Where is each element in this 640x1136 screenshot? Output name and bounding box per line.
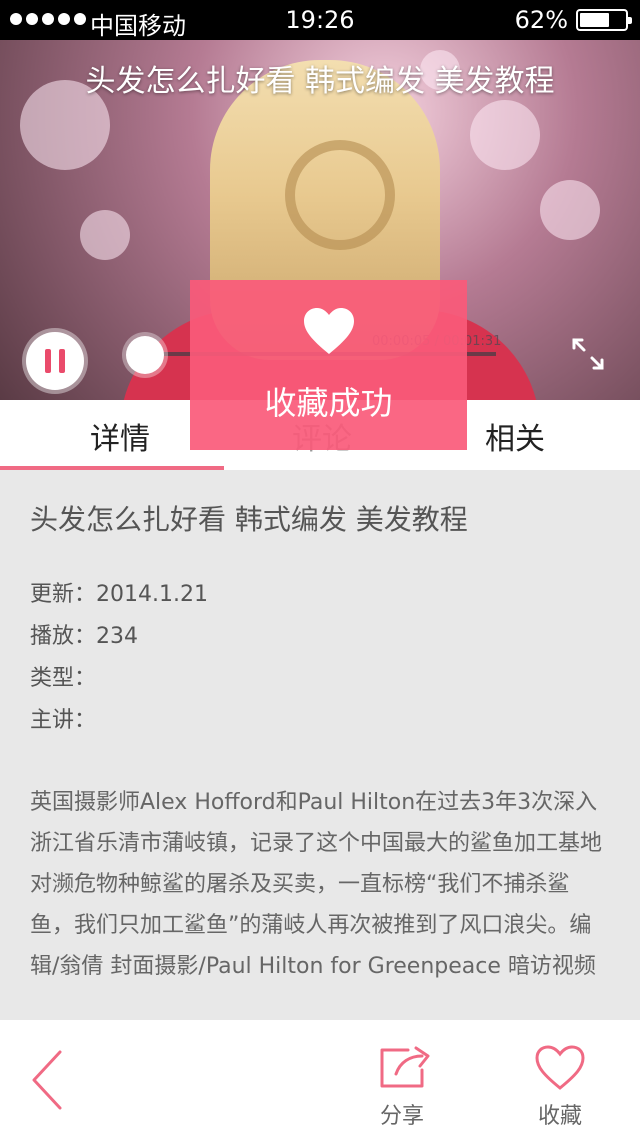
play-count: 播放：234 (30, 624, 138, 649)
share-icon[interactable] (378, 1044, 434, 1092)
video-frame-braid (285, 140, 395, 250)
video-type: 类型： (30, 666, 97, 691)
details-panel: 头发怎么扎好看 韩式编发 美发教程 更新：2014.1.21 播放：234 类型… (0, 470, 640, 1020)
share-label[interactable]: 分享 (380, 1098, 424, 1130)
battery-icon (576, 9, 632, 31)
description-text: 英国摄影师Alex Hofford和Paul Hilton在过去3年3次深入浙江… (30, 790, 603, 979)
tab-details[interactable]: 详情 (90, 414, 150, 458)
favorite-heart-icon[interactable] (534, 1044, 586, 1092)
battery-percent: 62% (514, 6, 568, 34)
bottom-toolbar: 分享 收藏 (0, 1020, 640, 1136)
toast-message: 收藏成功 (264, 384, 393, 422)
favorite-label[interactable]: 收藏 (538, 1098, 582, 1130)
heart-icon (304, 308, 354, 354)
back-icon[interactable] (28, 1048, 68, 1112)
video-title: 头发怎么扎好看 韩式编发 美发教程 (85, 64, 555, 99)
update-date: 更新：2014.1.21 (30, 582, 208, 607)
pause-button[interactable] (26, 332, 84, 390)
fullscreen-icon[interactable] (570, 336, 606, 372)
progress-knob[interactable] (126, 336, 164, 374)
favorite-success-toast: 收藏成功 (190, 280, 467, 450)
status-bar: 中国移动 19:26 62% (0, 0, 640, 40)
details-title: 头发怎么扎好看 韩式编发 美发教程 (30, 503, 468, 536)
presenter: 主讲： (30, 708, 97, 733)
tab-related[interactable]: 相关 (485, 414, 545, 458)
